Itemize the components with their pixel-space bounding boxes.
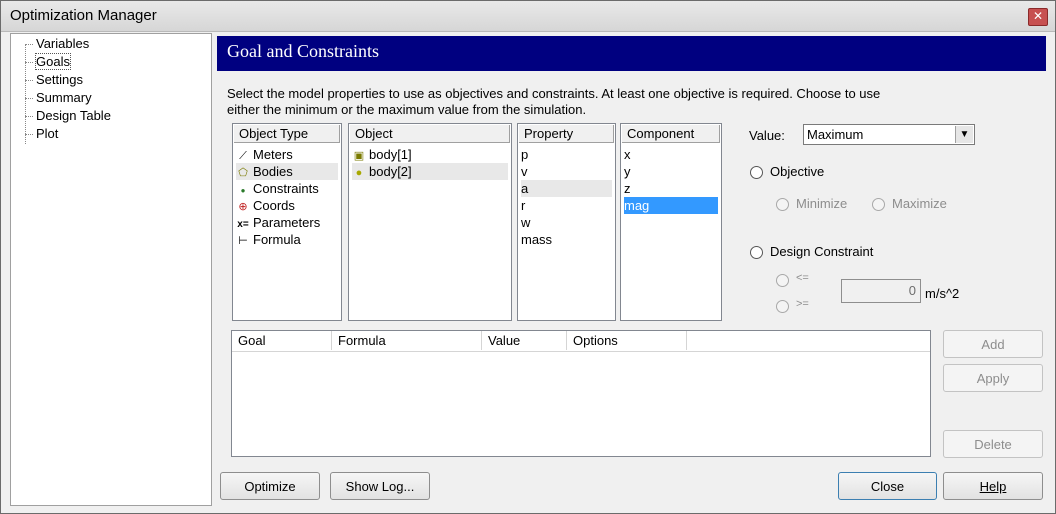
list-item-x[interactable]: x [624, 146, 718, 163]
column-options[interactable]: Options [567, 331, 687, 350]
help-button[interactable]: Help [943, 472, 1043, 500]
maximize-radio[interactable] [872, 198, 885, 211]
tree-connector [25, 116, 33, 117]
list-item-mag[interactable]: mag [624, 197, 718, 214]
list-item-mass[interactable]: mass [521, 231, 612, 248]
panel-title: Goal and Constraints [227, 41, 379, 61]
maximize-label: Maximize [892, 196, 947, 211]
list-item-parameters[interactable]: x= Parameters [236, 214, 338, 231]
value-selected: Maximum [807, 127, 864, 142]
tree-item-goals[interactable]: Goals [35, 53, 71, 70]
panel-description: Select the model properties to use as ob… [227, 86, 881, 117]
property-list[interactable]: Property p v a r w mass [517, 123, 616, 321]
value-label: Value: [749, 128, 785, 143]
property-header: Property [519, 125, 614, 143]
constraint-limit-input[interactable]: 0 [841, 279, 921, 303]
tree-item-settings[interactable]: Settings [36, 72, 83, 87]
list-item-a[interactable]: a [521, 180, 612, 197]
list-item-r[interactable]: r [521, 197, 612, 214]
column-value[interactable]: Value [482, 331, 567, 350]
show-log-button[interactable]: Show Log... [330, 472, 430, 500]
component-header: Component [622, 125, 720, 143]
le-radio[interactable] [776, 274, 789, 287]
column-goal[interactable]: Goal [232, 331, 332, 350]
list-item-w[interactable]: w [521, 214, 612, 231]
panel-header: Goal and Constraints [217, 36, 1046, 71]
body-icon: ● [355, 167, 363, 179]
objective-label: Objective [770, 164, 825, 179]
design-constraint-radio[interactable] [750, 246, 763, 259]
tree-item-plot[interactable]: Plot [36, 126, 58, 141]
tree-connector [25, 98, 33, 99]
list-item-coords[interactable]: ⊕ Coords [236, 197, 338, 214]
navigation-tree[interactable]: Variables Goals Settings Summary Design … [10, 33, 212, 506]
list-item-formula[interactable]: ⊢ Formula [236, 231, 338, 248]
list-item-y[interactable]: y [624, 163, 718, 180]
objective-radio[interactable] [750, 166, 763, 179]
chevron-down-icon[interactable]: ▼ [955, 126, 973, 143]
tree-item-design-table[interactable]: Design Table [36, 108, 111, 123]
ge-label: >= [796, 298, 809, 310]
list-item-body-2[interactable]: ● body[2] [352, 163, 508, 180]
title-bar[interactable]: Optimization Manager ✕ [1, 1, 1055, 32]
window-title: Optimization Manager [10, 7, 157, 24]
goal-table[interactable]: Goal Formula Value Options [231, 330, 931, 457]
tree-connector [25, 44, 26, 144]
design-constraint-label: Design Constraint [770, 244, 874, 259]
list-item-p[interactable]: p [521, 146, 612, 163]
list-item-z[interactable]: z [624, 180, 718, 197]
tree-item-variables[interactable]: Variables [36, 36, 89, 51]
object-header: Object [350, 125, 510, 143]
goal-table-header: Goal Formula Value Options [232, 331, 930, 352]
le-label: <= [796, 272, 809, 284]
close-icon[interactable]: ✕ [1028, 8, 1048, 26]
object-type-list[interactable]: Object Type ⟋ Meters ⬠ Bodies ● Constraints… [232, 123, 342, 321]
tree-connector [25, 134, 33, 135]
delete-button[interactable]: Delete [943, 430, 1043, 458]
list-item-constraints[interactable]: ● Constraints [236, 180, 338, 197]
column-formula[interactable]: Formula [332, 331, 482, 350]
optimization-manager-window: Optimization Manager ✕ Variables Goals S… [0, 0, 1056, 514]
object-list[interactable]: Object ▣ body[1] ● body[2] [348, 123, 512, 321]
object-type-header: Object Type [234, 125, 340, 143]
apply-button[interactable]: Apply [943, 364, 1043, 392]
list-item-bodies[interactable]: ⬠ Bodies [236, 163, 338, 180]
tree-connector [25, 44, 33, 45]
list-item-body-1[interactable]: ▣ body[1] [352, 146, 508, 163]
add-button[interactable]: Add [943, 330, 1043, 358]
ge-radio[interactable] [776, 300, 789, 313]
constraint-unit: m/s^2 [925, 286, 960, 301]
optimize-button[interactable]: Optimize [220, 472, 320, 500]
formula-icon: ⊢ [238, 235, 248, 247]
tree-item-summary[interactable]: Summary [36, 90, 92, 105]
tree-connector [25, 62, 33, 63]
component-list[interactable]: Component x y z mag [620, 123, 722, 321]
tree-connector [25, 80, 33, 81]
value-select[interactable]: Maximum ▼ [803, 124, 975, 145]
list-item-v[interactable]: v [521, 163, 612, 180]
minimize-label: Minimize [796, 196, 848, 211]
list-item-meters[interactable]: ⟋ Meters [236, 146, 338, 163]
minimize-radio[interactable] [776, 198, 789, 211]
close-button[interactable]: Close [838, 472, 937, 500]
